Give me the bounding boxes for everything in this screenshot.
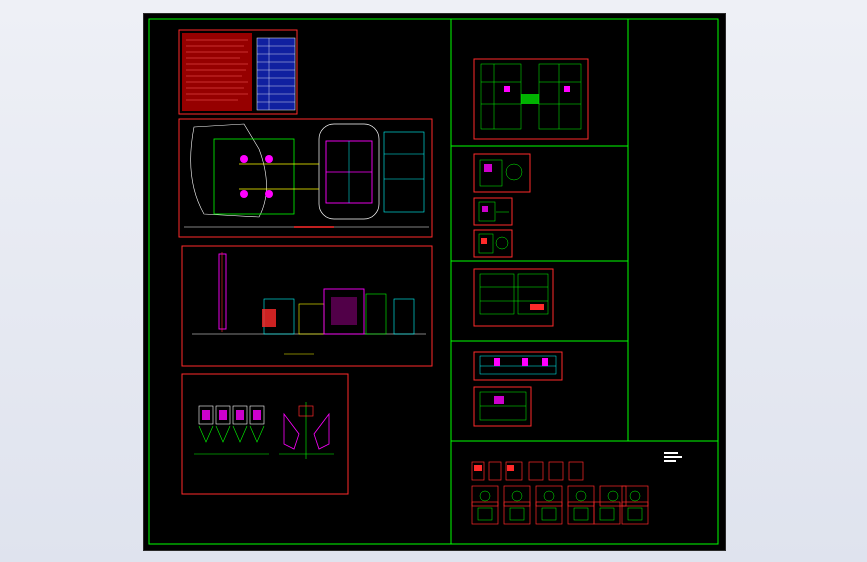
parts-grid[interactable] xyxy=(471,452,682,525)
cad-model-viewport[interactable] xyxy=(143,13,726,551)
plan-sheet[interactable] xyxy=(178,118,433,238)
right-sheet-2a[interactable] xyxy=(473,153,531,193)
right-sheet-4b[interactable] xyxy=(473,386,532,427)
right-sheet-2b[interactable] xyxy=(473,197,513,226)
right-sheet-1[interactable] xyxy=(473,58,589,140)
right-sheet-2c[interactable] xyxy=(473,229,513,258)
section-sheet[interactable] xyxy=(181,373,349,495)
notes-sheet[interactable] xyxy=(178,29,298,115)
right-sheet-3[interactable] xyxy=(473,268,554,327)
elevation-sheet[interactable] xyxy=(181,245,433,367)
right-sheet-4a[interactable] xyxy=(473,351,563,381)
cad-drawing-canvas xyxy=(148,18,719,545)
